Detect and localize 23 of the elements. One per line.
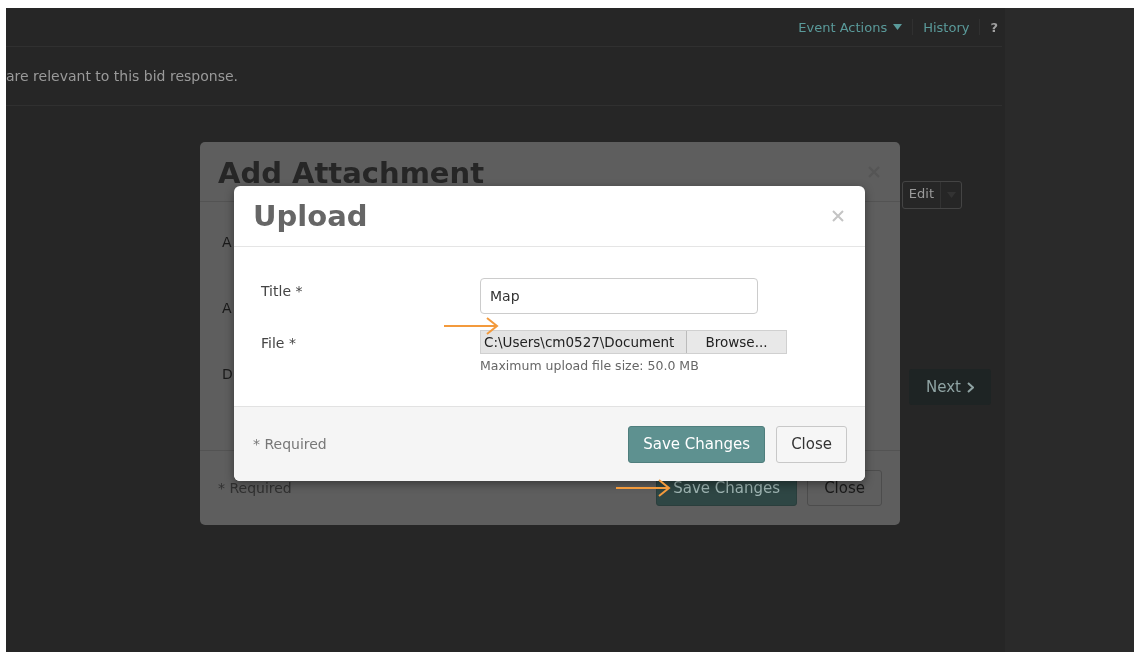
dropdown-link[interactable]: Event Actions (798, 19, 903, 35)
caret-icon (893, 24, 903, 30)
intro-text: are relevant to this bid response. (6, 68, 238, 84)
field-label: A (222, 234, 232, 250)
dialog-title: Upload (253, 199, 368, 233)
help-text: Maximum upload file size: 50.0 MB (480, 358, 700, 373)
title-input[interactable]: Map (480, 278, 758, 314)
close-icon[interactable] (832, 210, 844, 222)
annotation-arrow (615, 479, 671, 497)
dialog-title: Add Attachment (218, 156, 485, 190)
field-label: Title * (261, 282, 304, 299)
save-button[interactable]: Save Changes (628, 425, 766, 463)
required-note: * Required (253, 436, 327, 452)
chevron-icon (966, 381, 974, 393)
next-button[interactable]: Next (909, 369, 991, 405)
close-button[interactable]: Close (776, 425, 847, 463)
field-label: D (222, 366, 233, 382)
field-label: File * (261, 334, 297, 351)
link[interactable]: ? (990, 19, 998, 35)
edit-split-button[interactable]: Edit (901, 181, 962, 209)
annotation-arrow (443, 317, 499, 335)
field-label: A (222, 300, 232, 316)
link[interactable]: History (923, 19, 970, 35)
